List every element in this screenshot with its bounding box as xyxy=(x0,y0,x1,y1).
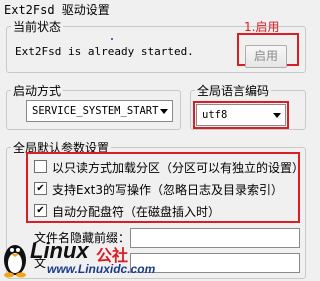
ext3-write-label: 支持Ext3的写操作（忽略日志及目录索引） xyxy=(52,183,284,197)
options-highlight: 以只读方式加载分区（分区可以有独立的设置） ✔ 支持Ext3的写操作（忽略日志及… xyxy=(26,152,304,223)
language-group-legend: 全局语言编码 xyxy=(197,84,270,98)
second-field-input[interactable] xyxy=(130,253,300,273)
startup-group-legend: 启动方式 xyxy=(13,84,62,98)
auto-mount-checkbox[interactable]: ✔ xyxy=(34,204,47,217)
language-select[interactable]: utf8 xyxy=(196,104,286,126)
hidden-prefix-input[interactable] xyxy=(130,228,300,248)
status-dot xyxy=(111,38,113,40)
startup-mode-select[interactable]: SERVICE_SYSTEM_START xyxy=(26,100,173,122)
auto-mount-label: 自动分配盘符（在磁盘插入时） xyxy=(52,205,221,219)
start-button[interactable]: 启用 xyxy=(245,45,287,68)
language-highlight: utf8 xyxy=(193,101,289,129)
readonly-checkbox[interactable] xyxy=(34,160,47,173)
chevron-down-icon xyxy=(273,113,281,118)
status-group-legend: 当前状态 xyxy=(13,20,62,34)
window-title: Ext2Fsd 驱动设置 xyxy=(4,3,110,17)
start-button-highlight: 启用 xyxy=(237,33,299,68)
penguin-logo-icon xyxy=(4,245,26,278)
readonly-label: 以只读方式加载分区（分区可以有独立的设置） xyxy=(52,161,305,175)
language-value: utf8 xyxy=(202,109,228,121)
status-message: Ext2Fsd is already started. xyxy=(15,45,194,58)
ext3-write-checkbox[interactable]: ✔ xyxy=(34,182,47,195)
startup-mode-value: SERVICE_SYSTEM_START xyxy=(32,105,159,117)
watermark-brand: Linux xyxy=(30,238,89,263)
watermark-url: www.Linuxidc.com xyxy=(47,262,156,276)
chevron-down-icon xyxy=(160,109,168,114)
